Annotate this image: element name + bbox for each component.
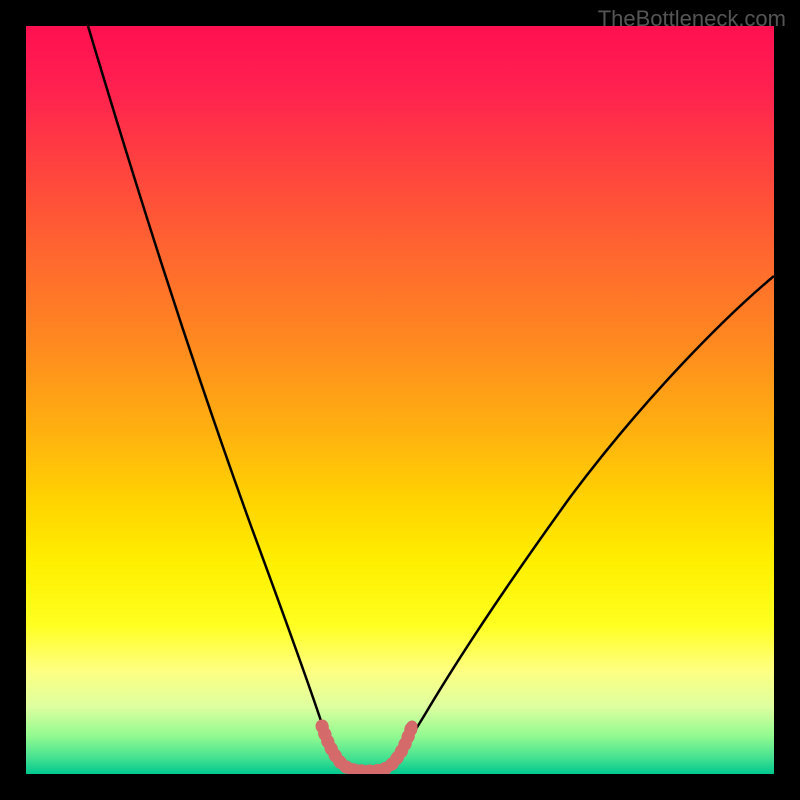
watermark-text: TheBottleneck.com — [598, 6, 786, 32]
bottom-segment-fill — [322, 726, 412, 771]
chart-curves — [26, 26, 774, 774]
right-curve — [391, 276, 774, 768]
left-curve — [88, 26, 344, 768]
